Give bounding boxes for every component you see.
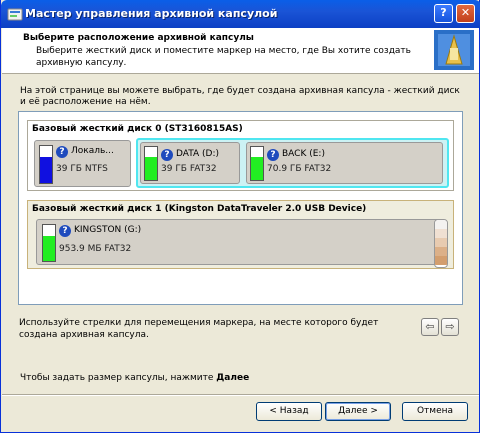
wizard-window: Мастер управления архивной капсулой ? ✕ … [0, 0, 480, 433]
page-subtitle: Выберите жесткий диск и поместите маркер… [36, 46, 411, 68]
footer-divider [2, 394, 479, 396]
partition-size: 70.9 ГБ FAT32 [267, 164, 332, 174]
marker-arrows: ⇦ ⇨ [421, 318, 461, 336]
wizard-header: Выберите расположение архивной капсулы В… [2, 28, 479, 74]
next-instruction-bold: Далее [216, 373, 250, 383]
unknown-status-icon: ? [56, 146, 68, 158]
partition-name: KINGSTON (G:) [74, 225, 142, 235]
next-instruction-prefix: Чтобы задать размер капсулы, нажмите [20, 373, 217, 383]
cancel-button[interactable]: Отмена [402, 402, 468, 421]
selected-partitions-group: ? DATA (D:) 39 ГБ FAT32 ? BACK (E:) 70.9… [136, 138, 449, 188]
partition-size: 39 ГБ FAT32 [161, 164, 217, 174]
partition-usage-bar [144, 146, 158, 181]
disk-map-panel: Базовый жесткий диск 0 (ST3160815AS) ? Л… [18, 111, 463, 305]
page-title: Выберите расположение архивной капсулы [23, 33, 254, 43]
capsule-size-slider[interactable] [434, 219, 448, 268]
partition-name: BACK (E:) [282, 149, 325, 159]
next-instruction: Чтобы задать размер капсулы, нажмите Дал… [20, 373, 249, 383]
capsule-logo-icon [434, 30, 474, 70]
partition-usage-bar [42, 224, 56, 262]
disk-0[interactable]: Базовый жесткий диск 0 (ST3160815AS) ? Л… [27, 120, 454, 191]
window-title: Мастер управления архивной капсулой [25, 7, 278, 20]
partition-size: 39 ГБ NTFS [56, 164, 108, 174]
next-button[interactable]: Далее > [325, 402, 391, 421]
arrow-hint-text: Используйте стрелки для перемещения марк… [19, 318, 379, 340]
close-button[interactable]: ✕ [456, 4, 475, 23]
app-icon [7, 8, 23, 21]
partition-kingston-g[interactable]: ? KINGSTON (G:) 953.9 МБ FAT32 [36, 219, 441, 265]
partition-name: Локаль... [71, 146, 114, 156]
disk-1-title: Базовый жесткий диск 1 (Kingston DataTra… [32, 204, 367, 214]
partition-usage-bar [39, 145, 53, 184]
disk-0-title: Базовый жесткий диск 0 (ST3160815AS) [32, 124, 243, 134]
back-button[interactable]: < Назад [256, 402, 322, 421]
move-right-button[interactable]: ⇨ [441, 318, 459, 336]
partition-data-d[interactable]: ? DATA (D:) 39 ГБ FAT32 [140, 142, 240, 184]
partition-local[interactable]: ? Локаль... 39 ГБ NTFS [34, 140, 131, 187]
partition-size: 953.9 МБ FAT32 [59, 244, 132, 254]
partition-back-e[interactable]: ? BACK (E:) 70.9 ГБ FAT32 [246, 142, 443, 184]
partition-usage-bar [250, 146, 264, 181]
unknown-status-icon: ? [267, 149, 279, 161]
unknown-status-icon: ? [161, 149, 173, 161]
move-left-button[interactable]: ⇦ [421, 318, 439, 336]
intro-text: На этой странице вы можете выбрать, где … [20, 86, 460, 107]
title-bar[interactable]: Мастер управления архивной капсулой ? ✕ [1, 0, 480, 28]
partition-name: DATA (D:) [176, 149, 220, 159]
unknown-status-icon: ? [59, 225, 71, 237]
disk-1[interactable]: Базовый жесткий диск 1 (Kingston DataTra… [27, 200, 454, 269]
help-button[interactable]: ? [434, 4, 453, 23]
